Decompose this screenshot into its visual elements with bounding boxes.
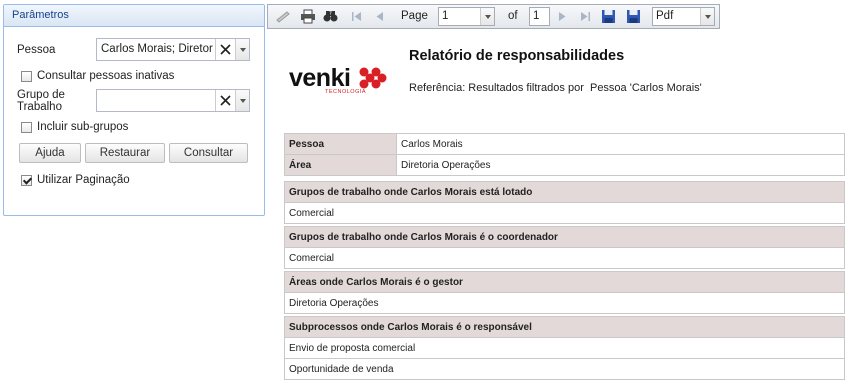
pessoa-value[interactable]: Carlos Morais; Diretor <box>97 39 215 60</box>
table-row: Comercial <box>284 247 845 269</box>
paginacao-checkbox[interactable] <box>21 175 32 186</box>
info-key: Pessoa <box>284 133 397 155</box>
table-row: Diretoria Operações <box>284 292 845 314</box>
total-pages: 1 <box>529 7 550 26</box>
find-icon[interactable]: ? <box>322 8 339 25</box>
grupo-label-line2: Trabalho <box>17 101 62 113</box>
page-label: Page <box>401 10 428 22</box>
report-title: Relatório de responsabilidades <box>409 48 625 64</box>
svg-text:?: ? <box>329 11 332 17</box>
page-select-value[interactable]: 1 <box>439 8 480 25</box>
info-value: Diretoria Operações <box>396 154 845 176</box>
subgrupos-option[interactable]: Incluir sub-grupos <box>21 121 128 134</box>
info-table: Pessoa Carlos Morais Área Diretoria Oper… <box>284 133 845 176</box>
paginacao-option[interactable]: Utilizar Paginação <box>21 174 130 187</box>
subgrupos-checkbox[interactable] <box>21 122 32 133</box>
ajuda-button[interactable]: Ajuda <box>19 143 81 163</box>
format-select-value[interactable]: Pdf <box>653 8 700 25</box>
grupo-clear-icon[interactable] <box>215 90 235 111</box>
section-header: Grupos de trabalho onde Carlos Morais é … <box>284 226 845 248</box>
pessoa-clear-icon[interactable] <box>215 39 235 60</box>
prev-page-icon[interactable] <box>371 8 388 25</box>
table-row: Comercial <box>284 202 845 224</box>
grupo-combo[interactable] <box>96 89 250 112</box>
section-table: Grupos de trabalho onde Carlos Morais é … <box>284 226 845 269</box>
table-row: Pessoa Carlos Morais <box>284 133 845 155</box>
venki-logo: venki TECNOLOGIA <box>289 65 395 99</box>
report-toolbar: ? Page 1 of 1 Pdf <box>267 4 720 29</box>
inativas-option[interactable]: Consultar pessoas inativas <box>21 70 174 83</box>
export-icon[interactable] <box>625 8 642 25</box>
section-table: Grupos de trabalho onde Carlos Morais es… <box>284 181 845 224</box>
grupo-value[interactable] <box>97 90 215 111</box>
format-select[interactable]: Pdf <box>652 7 715 26</box>
pessoa-dropdown-icon[interactable] <box>235 39 249 60</box>
logo-mark-icon <box>359 67 387 89</box>
table-row: Oportunidade de venda <box>284 358 845 380</box>
section-table: Áreas onde Carlos Morais é o gestor Dire… <box>284 271 845 314</box>
no-print-icon[interactable] <box>274 8 291 25</box>
table-row: Área Diretoria Operações <box>284 154 845 176</box>
parameters-panel: Parâmetros Pessoa Carlos Morais; Diretor… <box>3 4 265 216</box>
section-header: Grupos de trabalho onde Carlos Morais es… <box>284 181 845 203</box>
first-page-icon[interactable] <box>348 8 365 25</box>
report-reference: Referência: Resultados filtrados por Pes… <box>409 82 702 94</box>
save-icon[interactable] <box>600 8 617 25</box>
section-table: Subprocessos onde Carlos Morais é o resp… <box>284 316 845 380</box>
paginacao-label: Utilizar Paginação <box>37 174 130 186</box>
pessoa-label: Pessoa <box>17 44 56 56</box>
grupo-dropdown-icon[interactable] <box>235 90 249 111</box>
panel-title: Parâmetros <box>4 5 264 27</box>
format-dropdown-icon[interactable] <box>700 8 714 25</box>
pessoa-combo[interactable]: Carlos Morais; Diretor <box>96 38 250 61</box>
section-header: Áreas onde Carlos Morais é o gestor <box>284 271 845 293</box>
next-page-icon[interactable] <box>553 8 570 25</box>
last-page-icon[interactable] <box>576 8 593 25</box>
info-key: Área <box>284 154 397 176</box>
table-row: Envio de proposta comercial <box>284 337 845 359</box>
logo-subtitle: TECNOLOGIA <box>325 89 367 95</box>
print-icon[interactable] <box>299 8 316 25</box>
page-dropdown-icon[interactable] <box>480 8 494 25</box>
logo-text: venki <box>289 64 351 92</box>
restaurar-button[interactable]: Restaurar <box>85 143 165 163</box>
inativas-label: Consultar pessoas inativas <box>37 70 175 82</box>
info-value: Carlos Morais <box>396 133 845 155</box>
of-label: of <box>508 10 518 22</box>
section-header: Subprocessos onde Carlos Morais é o resp… <box>284 316 845 338</box>
inativas-checkbox[interactable] <box>21 71 32 82</box>
consultar-button[interactable]: Consultar <box>169 143 248 163</box>
subgrupos-label: Incluir sub-grupos <box>37 121 129 133</box>
page-select[interactable]: 1 <box>438 7 495 26</box>
